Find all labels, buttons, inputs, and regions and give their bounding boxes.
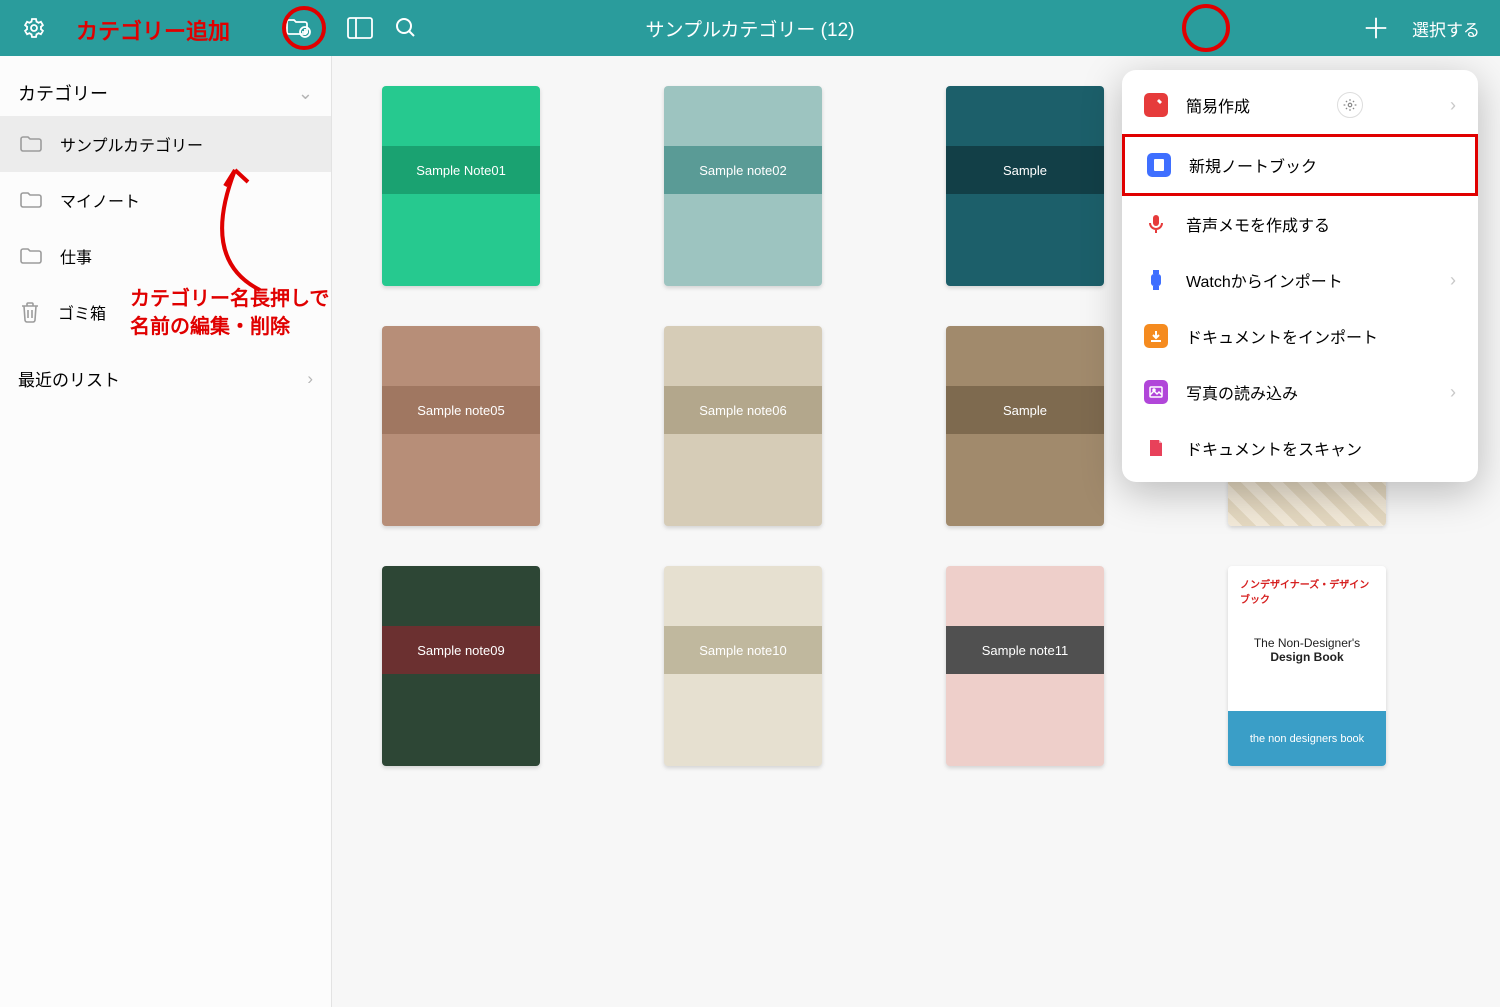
sidebar-item-trash[interactable]: ゴミ箱 xyxy=(0,284,331,340)
note-title: Sample note09 xyxy=(382,626,540,674)
chevron-right-icon: › xyxy=(307,369,313,389)
notebook-sample-note10[interactable]: Sample note10 xyxy=(664,566,822,766)
menu-quick-create[interactable]: 簡易作成 › xyxy=(1122,76,1478,134)
sidebar-recent-label: 最近のリスト xyxy=(18,366,120,391)
settings-icon[interactable] xyxy=(20,14,48,42)
note-subtitle-jp: ノンデザイナーズ・デザインブック xyxy=(1240,576,1374,606)
search-icon[interactable] xyxy=(392,14,420,42)
note-title: Sample note11 xyxy=(946,626,1104,674)
sidebar-item-label: サンプルカテゴリー xyxy=(60,132,203,156)
sidebar-item-my-notes[interactable]: マイノート xyxy=(0,172,331,228)
menu-label: 簡易作成 xyxy=(1186,93,1250,117)
menu-label: ドキュメントをインポート xyxy=(1186,324,1378,348)
add-menu-popup: 簡易作成 › 新規ノートブック 音声メモを作成する Watchからインポート ›… xyxy=(1122,70,1478,482)
menu-label: 写真の読み込み xyxy=(1186,380,1298,404)
note-title: Sample xyxy=(946,386,1104,434)
page-title: サンプルカテゴリー (12) xyxy=(646,15,855,42)
add-button[interactable] xyxy=(1362,14,1390,42)
content-area: Sample Note01 Sample note02 Sample Sampl… xyxy=(332,56,1500,1007)
menu-new-notebook[interactable]: 新規ノートブック xyxy=(1122,134,1478,196)
sidebar-item-label: マイノート xyxy=(60,188,140,212)
select-button[interactable]: 選択する xyxy=(1412,16,1480,41)
sidebar-item-label: 仕事 xyxy=(60,244,92,268)
notebook-sample-note02[interactable]: Sample note02 xyxy=(664,86,822,286)
menu-voice-memo[interactable]: 音声メモを作成する xyxy=(1122,196,1478,252)
menu-label: 新規ノートブック xyxy=(1189,153,1317,177)
sidebar-heading-label: カテゴリー xyxy=(18,80,108,106)
add-category-icon[interactable] xyxy=(284,14,312,42)
sidebar-item-work[interactable]: 仕事 xyxy=(0,228,331,284)
notebook-sample-note06[interactable]: Sample note06 xyxy=(664,326,822,526)
menu-label: 音声メモを作成する xyxy=(1186,212,1330,236)
chevron-right-icon: › xyxy=(1450,382,1456,403)
notebook-sample-note03[interactable]: Sample xyxy=(946,86,1104,286)
menu-import-document[interactable]: ドキュメントをインポート xyxy=(1122,308,1478,364)
note-title: Sample note02 xyxy=(664,146,822,194)
app-header: サンプルカテゴリー (12) 選択する xyxy=(0,0,1500,56)
menu-label: Watchからインポート xyxy=(1186,268,1343,292)
menu-label: ドキュメントをスキャン xyxy=(1186,436,1362,460)
layout-toggle-icon[interactable] xyxy=(346,14,374,42)
sidebar-item-sample-category[interactable]: サンプルカテゴリー xyxy=(0,116,331,172)
notebook-sample-note05[interactable]: Sample note05 xyxy=(382,326,540,526)
sidebar-recent-list[interactable]: 最近のリスト › xyxy=(0,350,331,407)
chevron-down-icon: ⌄ xyxy=(298,83,313,104)
note-title: Sample note06 xyxy=(664,386,822,434)
note-title: Sample note10 xyxy=(664,626,822,674)
menu-scan-document[interactable]: ドキュメントをスキャン xyxy=(1122,420,1478,476)
notebook-sample-note11[interactable]: Sample note11 xyxy=(946,566,1104,766)
sidebar: カテゴリー ⌄ サンプルカテゴリー マイノート 仕事 ゴミ箱 最近のリスト › xyxy=(0,56,332,1007)
sidebar-heading[interactable]: カテゴリー ⌄ xyxy=(0,70,331,116)
chevron-right-icon: › xyxy=(1450,95,1456,116)
menu-watch-import[interactable]: Watchからインポート › xyxy=(1122,252,1478,308)
menu-import-photo[interactable]: 写真の読み込み › xyxy=(1122,364,1478,420)
note-title: Sample note05 xyxy=(382,386,540,434)
notebook-non-designers-book[interactable]: ノンデザイナーズ・デザインブック The Non-Designer'sDesig… xyxy=(1228,566,1386,766)
note-subtitle-en: The Non-Designer'sDesign Book xyxy=(1228,636,1386,664)
notebook-sample-note07[interactable]: Sample xyxy=(946,326,1104,526)
notebook-sample-note09[interactable]: Sample note09 xyxy=(382,566,540,766)
notebook-sample-note01[interactable]: Sample Note01 xyxy=(382,86,540,286)
chevron-right-icon: › xyxy=(1450,270,1456,291)
note-footer: the non designers book xyxy=(1228,711,1386,766)
gear-icon[interactable] xyxy=(1337,92,1363,118)
note-title: Sample xyxy=(946,146,1104,194)
note-title: Sample Note01 xyxy=(382,146,540,194)
sidebar-item-label: ゴミ箱 xyxy=(58,300,106,324)
